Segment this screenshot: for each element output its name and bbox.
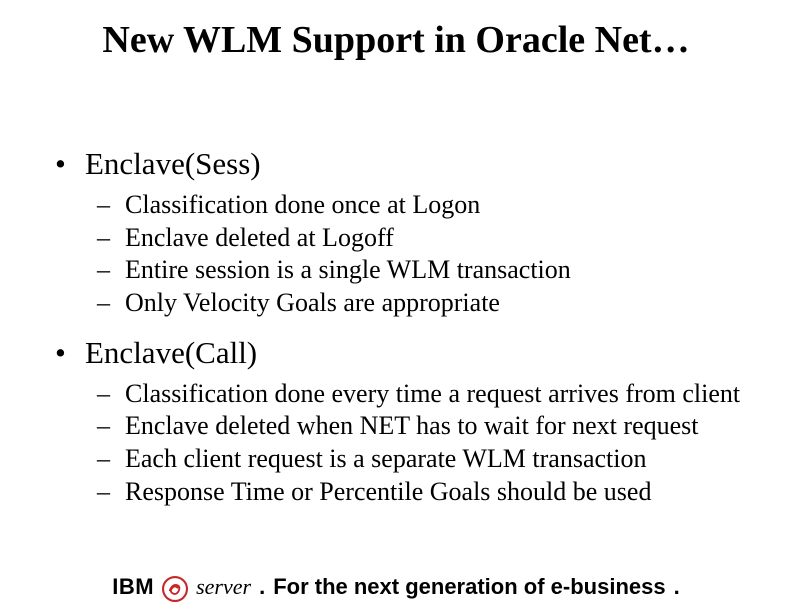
bullet-level2: – Classification done once at Logon [97, 190, 752, 221]
bullet-level2: – Enclave deleted when NET has to wait f… [97, 411, 752, 442]
dash-icon: – [97, 255, 125, 286]
bullet-dot-icon: • [55, 335, 85, 371]
bullet-level1: • Enclave(Call) [55, 335, 752, 371]
bullet-level2: – Only Velocity Goals are appropriate [97, 288, 752, 319]
slide-title: New WLM Support in Oracle Net… [0, 18, 792, 62]
dash-icon: – [97, 379, 125, 410]
slide-content: • Enclave(Sess) – Classification done on… [55, 130, 752, 509]
bullet-text: Entire session is a single WLM transacti… [125, 255, 752, 286]
bullet-level2: – Classification done every time a reque… [97, 379, 752, 410]
footer: IBM server . For the next generation of … [0, 574, 792, 600]
bullet-level2: – Entire session is a single WLM transac… [97, 255, 752, 286]
dash-icon: – [97, 477, 125, 508]
dash-icon: – [97, 190, 125, 221]
bullet-text: Enclave deleted at Logoff [125, 223, 752, 254]
bullet-text: Classification done once at Logon [125, 190, 752, 221]
dash-icon: – [97, 411, 125, 442]
footer-tagline: For the next generation of e-business [273, 574, 665, 600]
ibm-logo-text: IBM [112, 574, 154, 600]
eserver-at-icon [162, 576, 188, 602]
dash-icon: – [97, 444, 125, 475]
dash-icon: – [97, 223, 125, 254]
footer-dot: . [674, 574, 680, 600]
bullet-level2: – Each client request is a separate WLM … [97, 444, 752, 475]
bullet-dot-icon: • [55, 146, 85, 182]
bullet-text: Enclave deleted when NET has to wait for… [125, 411, 752, 442]
bullet-level2: – Response Time or Percentile Goals shou… [97, 477, 752, 508]
bullet-heading: Enclave(Sess) [85, 146, 261, 182]
bullet-heading: Enclave(Call) [85, 335, 257, 371]
bullet-text: Each client request is a separate WLM tr… [125, 444, 752, 475]
server-label: server [196, 574, 251, 600]
dash-icon: – [97, 288, 125, 319]
bullet-level1: • Enclave(Sess) [55, 146, 752, 182]
bullet-text: Classification done every time a request… [125, 379, 752, 410]
footer-dot: . [259, 574, 265, 600]
bullet-level2: – Enclave deleted at Logoff [97, 223, 752, 254]
slide: New WLM Support in Oracle Net… • Enclave… [0, 0, 792, 612]
subitems-group: – Classification done once at Logon – En… [55, 190, 752, 319]
subitems-group: – Classification done every time a reque… [55, 379, 752, 508]
bullet-text: Response Time or Percentile Goals should… [125, 477, 752, 508]
bullet-text: Only Velocity Goals are appropriate [125, 288, 752, 319]
